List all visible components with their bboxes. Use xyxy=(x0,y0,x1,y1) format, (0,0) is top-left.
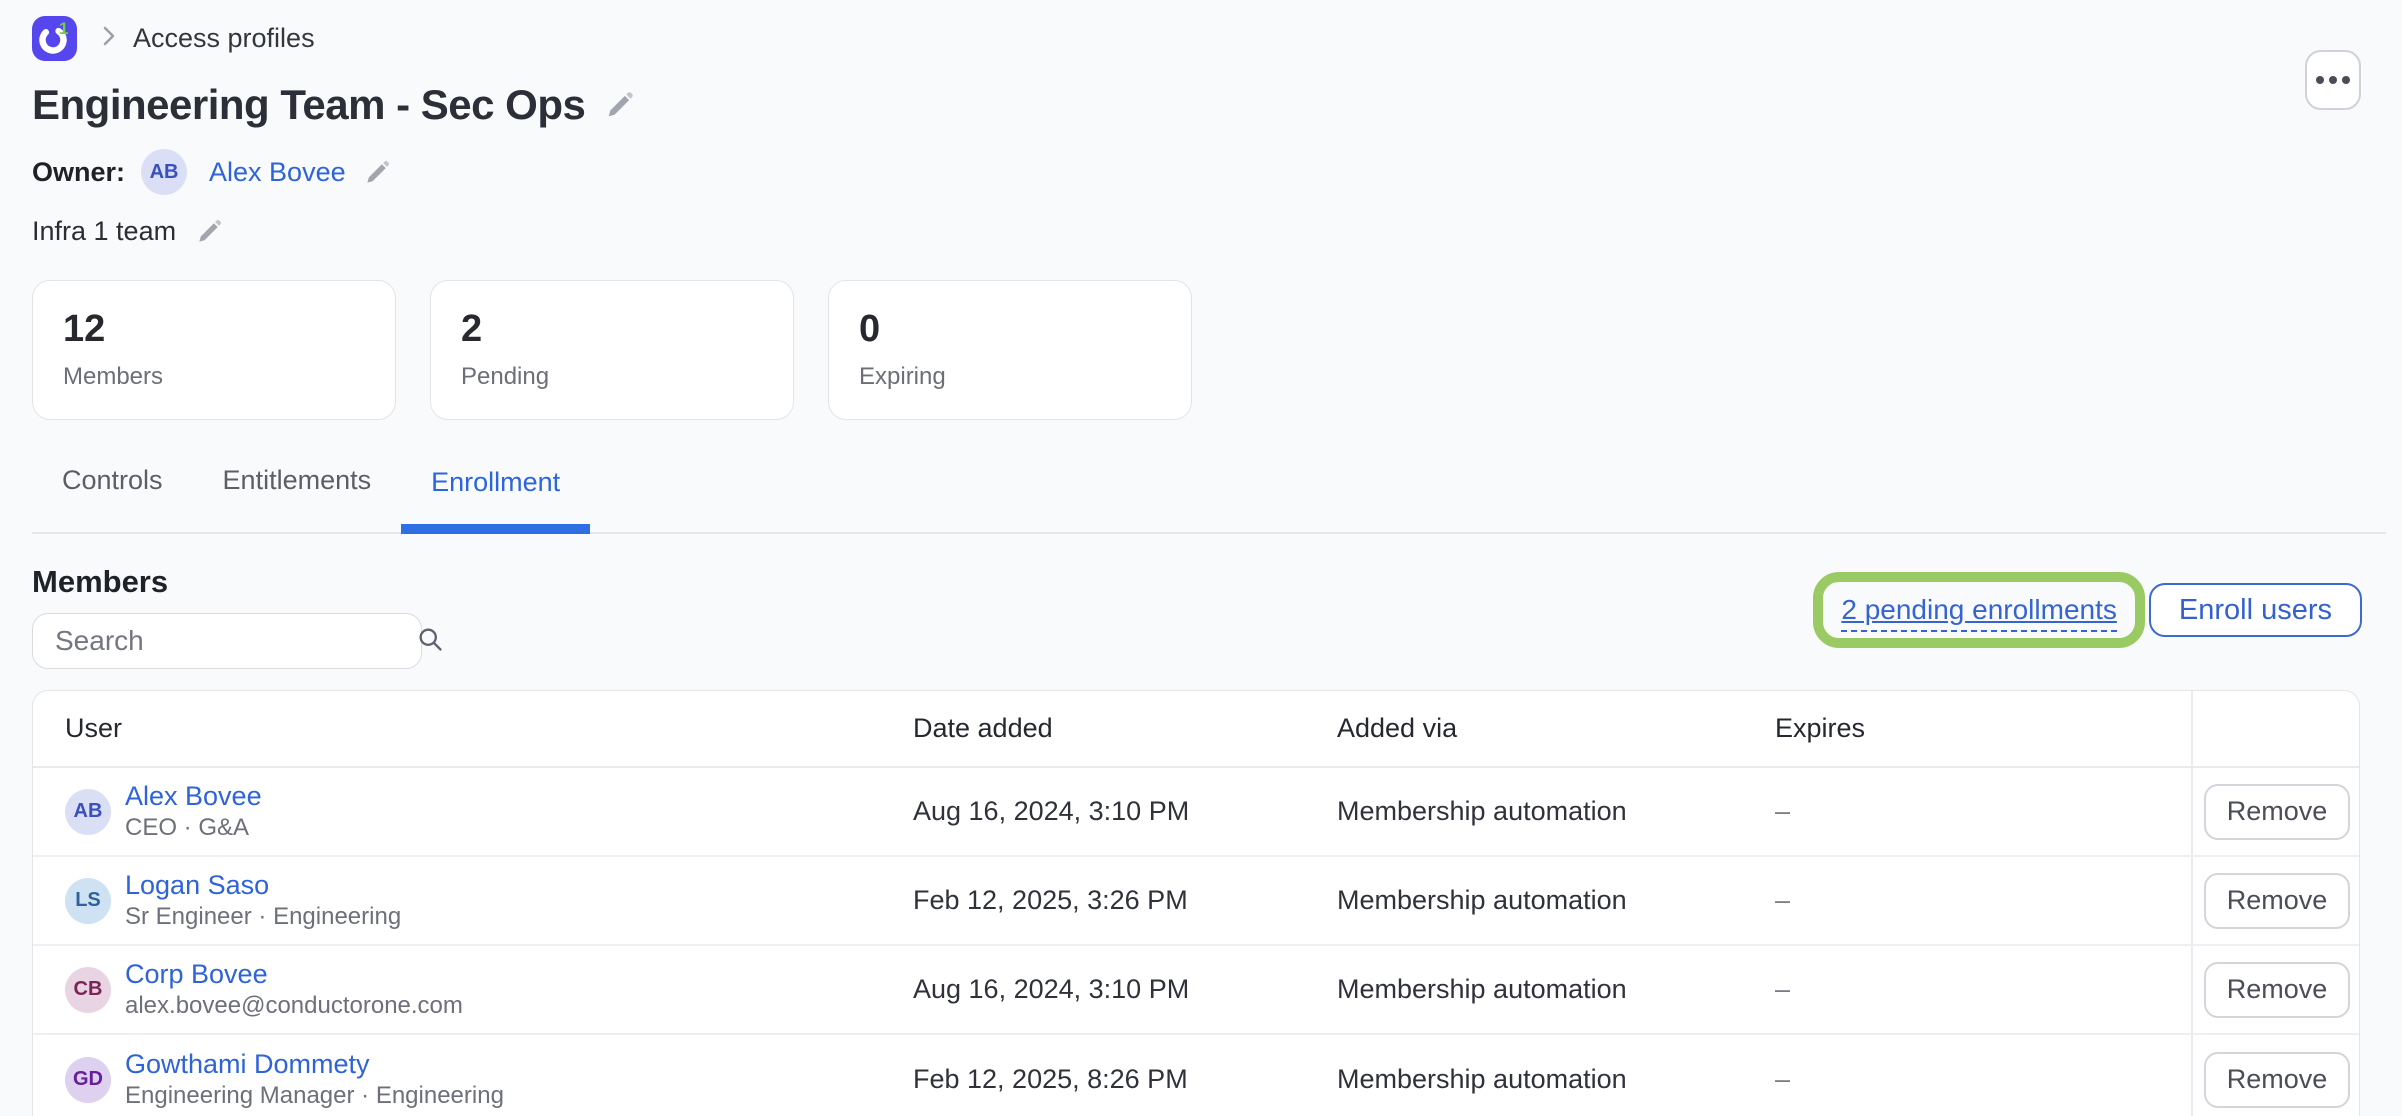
table-row: GD Gowthami Dommety Engineering Manager … xyxy=(33,1035,2359,1116)
stat-value: 12 xyxy=(63,307,395,351)
owner-link[interactable]: Alex Bovee xyxy=(209,157,346,188)
tab-bar: Controls Entitlements Enrollment xyxy=(32,463,2386,534)
tab-enrollment[interactable]: Enrollment xyxy=(401,465,590,534)
table-row: AB Alex Bovee CEO · G&A Aug 16, 2024, 3:… xyxy=(33,768,2359,857)
user-link[interactable]: Alex Bovee xyxy=(125,780,262,812)
search-input[interactable] xyxy=(55,625,416,657)
members-section: 2 pending enrollments Enroll users Membe… xyxy=(32,564,2386,1116)
date-added-cell: Aug 16, 2024, 3:10 PM xyxy=(913,974,1337,1005)
column-header-added-via: Added via xyxy=(1337,713,1775,744)
description-row: Infra 1 team xyxy=(32,214,2402,248)
column-header-actions xyxy=(2191,691,2360,766)
profile-description: Infra 1 team xyxy=(32,216,176,247)
user-subtitle: Sr Engineer · Engineering xyxy=(125,902,401,932)
remove-button[interactable]: Remove xyxy=(2204,784,2350,840)
edit-description-icon[interactable] xyxy=(196,218,223,245)
stats-row: 12 Members 2 Pending 0 Expiring xyxy=(32,280,2402,420)
title-row: Engineering Team - Sec Ops xyxy=(32,80,2402,130)
ellipsis-icon xyxy=(2316,76,2324,84)
members-actions: 2 pending enrollments Enroll users xyxy=(1813,572,2362,648)
expires-cell: – xyxy=(1775,974,2191,1005)
column-header-date-added: Date added xyxy=(913,713,1337,744)
table-header: User Date added Added via Expires xyxy=(33,691,2359,768)
date-added-cell: Feb 12, 2025, 8:26 PM xyxy=(913,1064,1337,1095)
remove-button[interactable]: Remove xyxy=(2204,962,2350,1018)
stat-card-pending: 2 Pending xyxy=(430,280,794,420)
owner-avatar: AB xyxy=(141,149,187,195)
remove-button[interactable]: Remove xyxy=(2204,873,2350,929)
edit-title-icon[interactable] xyxy=(605,90,635,120)
members-table: User Date added Added via Expires AB Ale… xyxy=(32,690,2360,1116)
avatar: GD xyxy=(65,1057,111,1103)
stat-value: 2 xyxy=(461,307,793,351)
access-profile-page: 1 Access profiles Engineering Team - Sec… xyxy=(0,0,2402,1116)
breadcrumb: 1 Access profiles xyxy=(32,15,2402,61)
expires-cell: – xyxy=(1775,885,2191,916)
stat-label: Members xyxy=(63,363,395,391)
conductorone-logo-icon[interactable]: 1 xyxy=(32,16,77,61)
date-added-cell: Feb 12, 2025, 3:26 PM xyxy=(913,885,1337,916)
added-via-cell: Membership automation xyxy=(1337,885,1775,916)
pending-enrollments-link[interactable]: 2 pending enrollments xyxy=(1841,594,2117,632)
remove-button[interactable]: Remove xyxy=(2204,1052,2350,1108)
user-link[interactable]: Gowthami Dommety xyxy=(125,1048,504,1080)
added-via-cell: Membership automation xyxy=(1337,1064,1775,1095)
search-box xyxy=(32,613,422,669)
owner-row: Owner: AB Alex Bovee xyxy=(32,149,2402,195)
breadcrumb-item[interactable]: Access profiles xyxy=(133,23,315,54)
avatar: AB xyxy=(65,789,111,835)
stat-label: Expiring xyxy=(859,363,1191,391)
user-subtitle: alex.bovee@conductorone.com xyxy=(125,991,463,1021)
page-title: Engineering Team - Sec Ops xyxy=(32,80,585,130)
column-header-user: User xyxy=(65,713,913,744)
avatar: LS xyxy=(65,878,111,924)
user-subtitle: Engineering Manager · Engineering xyxy=(125,1081,504,1111)
expires-cell: – xyxy=(1775,1064,2191,1095)
stat-card-members: 12 Members xyxy=(32,280,396,420)
search-icon xyxy=(416,625,444,658)
added-via-cell: Membership automation xyxy=(1337,796,1775,827)
table-row: LS Logan Saso Sr Engineer · Engineering … xyxy=(33,857,2359,946)
pending-enrollments-label: 2 pending enrollments xyxy=(1841,594,2117,632)
breadcrumb-chevron-icon xyxy=(99,24,119,53)
expires-cell: – xyxy=(1775,796,2191,827)
annotation-highlight: 2 pending enrollments xyxy=(1813,572,2145,648)
stat-value: 0 xyxy=(859,307,1191,351)
edit-owner-icon[interactable] xyxy=(364,159,391,186)
date-added-cell: Aug 16, 2024, 3:10 PM xyxy=(913,796,1337,827)
owner-label: Owner: xyxy=(32,157,125,188)
added-via-cell: Membership automation xyxy=(1337,974,1775,1005)
enroll-users-button[interactable]: Enroll users xyxy=(2149,583,2362,637)
tab-controls[interactable]: Controls xyxy=(32,463,193,532)
table-row: CB Corp Bovee alex.bovee@conductorone.co… xyxy=(33,946,2359,1035)
more-menu-button[interactable] xyxy=(2305,50,2361,110)
user-link[interactable]: Corp Bovee xyxy=(125,958,463,990)
tab-entitlements[interactable]: Entitlements xyxy=(193,463,402,532)
svg-text:1: 1 xyxy=(59,19,68,38)
stat-label: Pending xyxy=(461,363,793,391)
column-header-expires: Expires xyxy=(1775,713,2191,744)
avatar: CB xyxy=(65,967,111,1013)
stat-card-expiring: 0 Expiring xyxy=(828,280,1192,420)
user-subtitle: CEO · G&A xyxy=(125,813,262,843)
user-link[interactable]: Logan Saso xyxy=(125,869,401,901)
